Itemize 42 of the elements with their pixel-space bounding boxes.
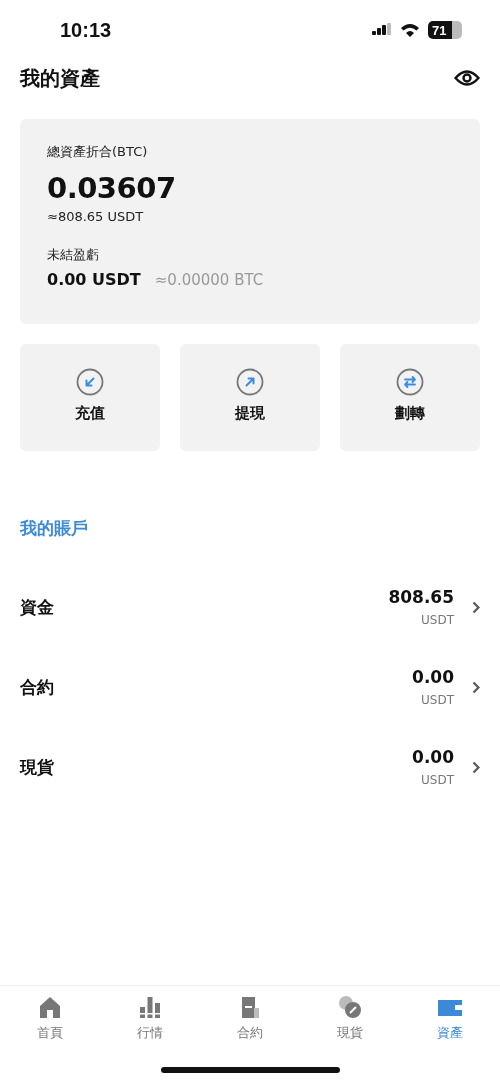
action-button[interactable]: 提現 (180, 344, 320, 451)
account-name: 合約 (20, 675, 55, 699)
account-name: 資金 (20, 595, 55, 619)
account-row[interactable]: 資金 808.65 USDT (0, 567, 500, 647)
currency-unit: USDT (421, 773, 454, 787)
account-row[interactable]: 現貨 0.00 USDT (0, 727, 500, 807)
tab-item[interactable]: 行情 (100, 994, 200, 1042)
page-title: 我的資產 (20, 64, 100, 92)
account-amount: 808.65 (388, 587, 454, 607)
signal-icon (372, 23, 392, 37)
pnl-label: 未結盈虧 (47, 246, 100, 264)
account-row[interactable]: 合約 0.00 USDT (0, 647, 500, 727)
swap-arrows-icon (396, 368, 424, 396)
chevron-right-icon (472, 600, 480, 614)
action-button[interactable]: 劃轉 (340, 344, 480, 451)
account-amount: 0.00 (412, 667, 454, 687)
house-icon (37, 994, 63, 1020)
status-time: 10:13 (60, 18, 112, 42)
tab-item[interactable]: 首頁 (0, 994, 100, 1042)
wifi-icon (400, 22, 420, 38)
arrow-up-right-icon (236, 368, 264, 396)
currency-unit: USDT (421, 613, 454, 627)
arrow-down-left-icon (76, 368, 104, 396)
approx-usdt-value: ≈808.65 USDT (47, 209, 145, 224)
coin-icon (337, 994, 363, 1020)
battery-indicator: 71 (428, 21, 462, 39)
account-amount: 0.00 (412, 747, 454, 767)
total-assets-label: 總資產折合(BTC) (47, 143, 149, 161)
currency-unit: USDT (421, 693, 454, 707)
tab-item[interactable]: 資產 (400, 994, 500, 1042)
pnl-approx-btc: ≈0.00000 BTC (154, 271, 264, 289)
tab-item[interactable]: 現貨 (300, 994, 400, 1042)
total-assets-value: 0.03607 (47, 171, 177, 205)
pnl-value: 0.00 USDT (47, 270, 141, 289)
action-button[interactable]: 充值 (20, 344, 160, 451)
account-name: 現貨 (20, 755, 55, 779)
chevron-right-icon (472, 760, 480, 774)
bar-chart-icon (137, 994, 163, 1020)
tab-item[interactable]: 合約 (200, 994, 300, 1042)
eye-icon[interactable] (454, 69, 480, 87)
section-title: 我的賬戶 (20, 517, 89, 540)
chevron-right-icon (472, 680, 480, 694)
